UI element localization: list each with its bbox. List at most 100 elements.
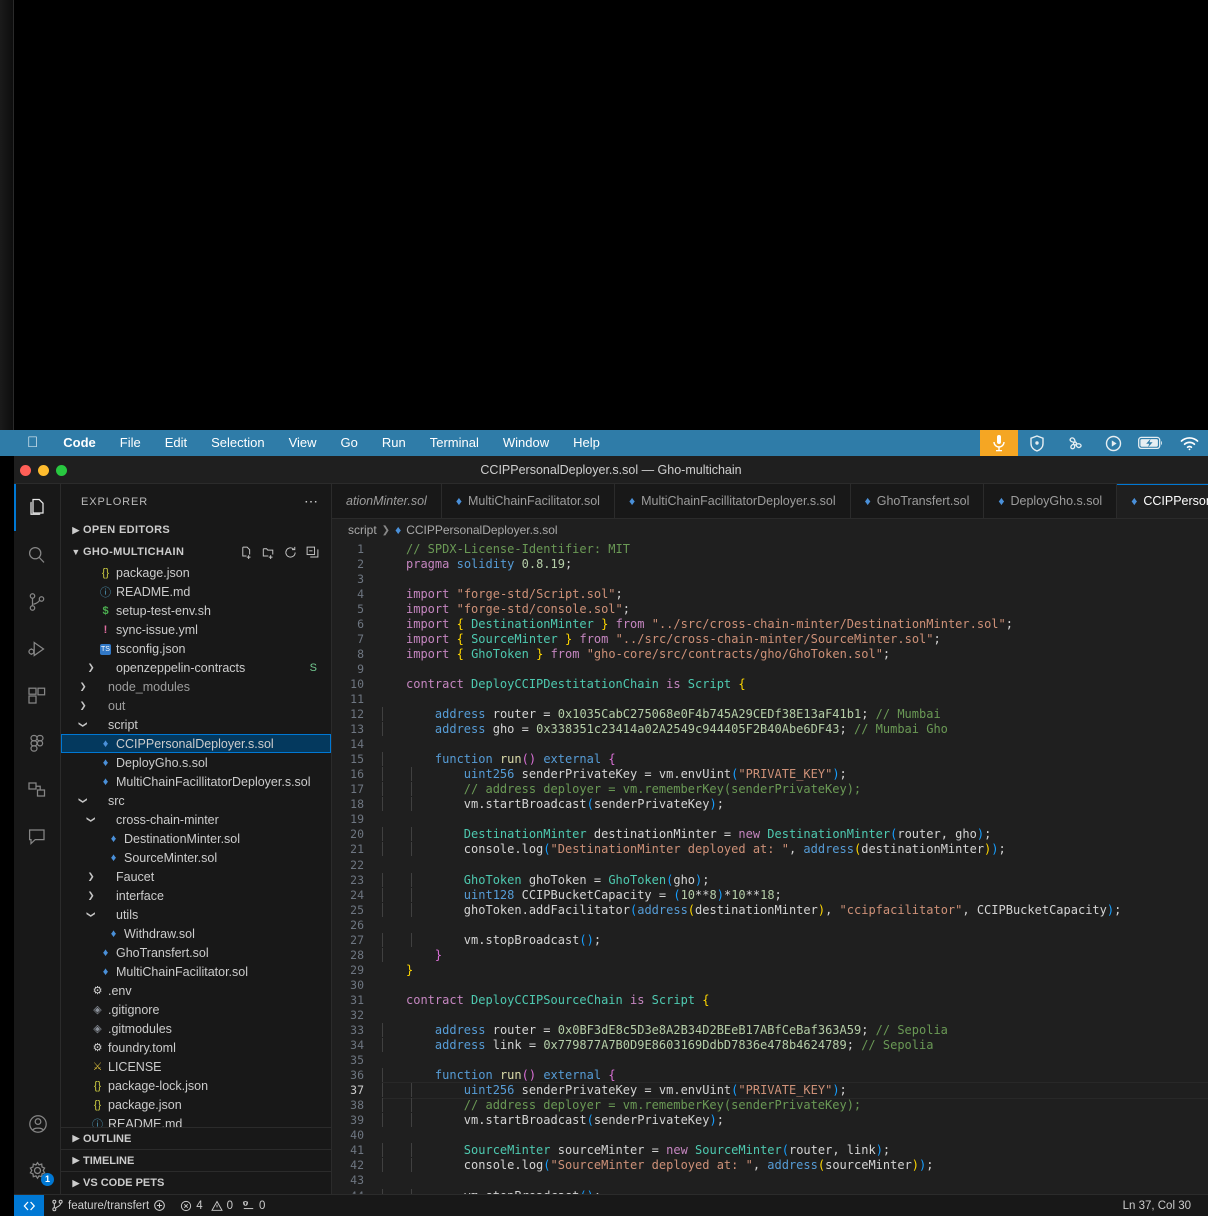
menu-item-view[interactable]: View [277, 430, 329, 456]
code-line[interactable]: 32 [332, 1007, 1208, 1022]
editor-tab[interactable]: ♦ DeployGho.s.sol [984, 484, 1118, 518]
tree-file-row[interactable]: ♦ DestinationMinter.sol [61, 829, 331, 848]
editor-tab[interactable]: ationMinter.sol [332, 484, 442, 518]
code-line[interactable]: 27 vm.stopBroadcast(); [332, 932, 1208, 947]
tree-file-row[interactable]: ♦ MultiChainFacilitator.sol [61, 962, 331, 981]
editor-tab[interactable]: ♦ MultiChainFacilitator.sol [441, 484, 615, 518]
code-line[interactable]: 36 function run() external { [332, 1068, 1208, 1083]
activity-extensions-icon[interactable] [14, 672, 61, 719]
code-line[interactable]: 6 import { DestinationMinter } from "../s… [332, 616, 1208, 631]
code-line[interactable]: 29} [332, 962, 1208, 977]
menu-item-window[interactable]: Window [491, 430, 561, 456]
code-line[interactable]: 12 address router = 0x1035CabC275068e0F4… [332, 707, 1208, 722]
menu-item-terminal[interactable]: Terminal [418, 430, 491, 456]
code-line[interactable]: 41 SourceMinter sourceMinter = new Sourc… [332, 1143, 1208, 1158]
collapse-all-icon[interactable] [306, 546, 319, 559]
tree-file-row[interactable]: TS tsconfig.json [61, 639, 331, 658]
activity-chat-icon[interactable] [14, 813, 61, 860]
account-icon[interactable] [14, 1100, 61, 1147]
tree-folder-row[interactable]: ❯ out [61, 696, 331, 715]
fan-control-icon[interactable] [1056, 430, 1094, 456]
tree-file-row[interactable]: ⓘ README.md [61, 1114, 331, 1128]
tree-file-row[interactable]: ♦ DeployGho.s.sol [61, 753, 331, 772]
breadcrumb-file[interactable]: CCIPPersonalDeployer.s.sol [406, 523, 557, 537]
tree-file-row[interactable]: ! sync-issue.yml [61, 620, 331, 639]
code-content[interactable]: 1 // SPDX-License-Identifier: MIT 2 pragma … [332, 541, 1208, 1194]
code-line[interactable]: 39 vm.startBroadcast(senderPrivateKey); [332, 1113, 1208, 1128]
new-file-icon[interactable] [240, 546, 253, 559]
code-line[interactable]: 3 [332, 571, 1208, 586]
tree-folder-row[interactable]: ❯ utils [61, 905, 331, 924]
code-line[interactable]: 4 import "forge-std/Script.sol"; [332, 586, 1208, 601]
new-folder-icon[interactable] [262, 546, 275, 559]
code-line[interactable]: 22 [332, 857, 1208, 872]
tree-file-row[interactable]: {} package-lock.json [61, 1076, 331, 1095]
code-line[interactable]: 38 // address deployer = vm.rememberKey(… [332, 1098, 1208, 1113]
battery-charging-icon[interactable] [1132, 430, 1170, 456]
section-outline[interactable]: ▶ OUTLINE [61, 1128, 331, 1150]
editor-tab[interactable]: ♦ GhoTransfert.sol [850, 484, 985, 518]
problems-status[interactable]: 4 0 0 [173, 1195, 272, 1216]
code-line[interactable]: 5 import "forge-std/console.sol"; [332, 601, 1208, 616]
tree-folder-row[interactable]: ❯ cross-chain-minter [61, 810, 331, 829]
code-line[interactable]: 23 GhoToken ghoToken = GhoToken(gho); [332, 872, 1208, 887]
tree-file-row[interactable]: ♦ SourceMinter.sol [61, 848, 331, 867]
code-line[interactable]: 2 pragma solidity 0.8.19; [332, 556, 1208, 571]
code-line[interactable]: 30 [332, 977, 1208, 992]
code-line[interactable]: 34 address link = 0x779877A7B0D9E8603169… [332, 1038, 1208, 1053]
tree-file-row[interactable]: ♦ MultiChainFacillitatorDeployer.s.sol [61, 772, 331, 791]
tree-folder-row[interactable]: ❯ node_modules [61, 677, 331, 696]
editor-tab-bar[interactable]: ationMinter.sol ♦ MultiChainFacilitator.so… [332, 484, 1208, 519]
code-line[interactable]: 26 [332, 917, 1208, 932]
code-line[interactable]: 11 [332, 691, 1208, 706]
tree-folder-row[interactable]: ❯ src [61, 791, 331, 810]
tree-file-row[interactable]: ⚙ .env [61, 981, 331, 1000]
shield-icon[interactable] [1018, 430, 1056, 456]
apple-logo-icon[interactable]:  [14, 430, 51, 456]
editor-tab[interactable]: ♦ CCIPPersonalDeploy [1117, 484, 1208, 518]
tree-folder-row[interactable]: ❯ Faucet [61, 867, 331, 886]
code-line[interactable]: 1 // SPDX-License-Identifier: MIT [332, 541, 1208, 556]
code-line[interactable]: 25 ghoToken.addFacilitator(address(desti… [332, 902, 1208, 917]
tree-folder-row[interactable]: ❯ script [61, 715, 331, 734]
code-line[interactable]: 28 } [332, 947, 1208, 962]
code-line[interactable]: 37 uint256 senderPrivateKey = vm.envUint… [332, 1082, 1208, 1098]
activity-figma-icon[interactable] [14, 719, 61, 766]
code-line[interactable]: 21 console.log("DestinationMinter deploy… [332, 842, 1208, 857]
code-line[interactable]: 19 [332, 812, 1208, 827]
wifi-icon[interactable] [1170, 430, 1208, 456]
tree-file-row[interactable]: ♦ GhoTransfert.sol [61, 943, 331, 962]
microphone-icon[interactable] [980, 430, 1018, 456]
code-line[interactable]: 15 function run() external { [332, 752, 1208, 767]
breadcrumb-folder[interactable]: script [348, 523, 377, 537]
tree-file-row[interactable]: {} package.json [61, 563, 331, 582]
activity-explorer-icon[interactable] [14, 484, 61, 531]
menu-item-file[interactable]: File [108, 430, 153, 456]
activity-remote-explorer-icon[interactable] [14, 766, 61, 813]
code-line[interactable]: 16 uint256 senderPrivateKey = vm.envUint… [332, 767, 1208, 782]
menu-item-help[interactable]: Help [561, 430, 612, 456]
code-line[interactable]: 40 [332, 1128, 1208, 1143]
code-line[interactable]: 31 contract DeployCCIPSourceChain is Scri… [332, 992, 1208, 1007]
tree-file-row[interactable]: {} package.json [61, 1095, 331, 1114]
section-project-root[interactable]: ▼ GHO-MULTICHAIN [61, 541, 331, 563]
file-tree[interactable]: {} package.json ⓘ README.md $ setup-test-env.… [61, 563, 331, 1127]
code-line[interactable]: 17 // address deployer = vm.rememberKey(… [332, 782, 1208, 797]
activity-search-icon[interactable] [14, 531, 61, 578]
code-line[interactable]: 24 uint128 CCIPBucketCapacity = (10**8)*… [332, 887, 1208, 902]
activity-run-debug-icon[interactable] [14, 625, 61, 672]
breadcrumb[interactable]: script ❯ ♦ CCIPPersonalDeployer.s.sol [332, 519, 1208, 541]
section-vs-code-pets[interactable]: ▶ VS CODE PETS [61, 1172, 331, 1194]
code-line[interactable]: 14 [332, 737, 1208, 752]
tree-folder-row[interactable]: ❯ interface [61, 886, 331, 905]
code-line[interactable]: 7 import { SourceMinter } from "../src/cr… [332, 631, 1208, 646]
code-line[interactable]: 43 [332, 1173, 1208, 1188]
tree-file-row[interactable]: ◈ .gitignore [61, 1000, 331, 1019]
refresh-icon[interactable] [284, 546, 297, 559]
tree-file-row[interactable]: ⓘ README.md [61, 582, 331, 601]
tree-file-row[interactable]: ◈ .gitmodules [61, 1019, 331, 1038]
media-play-icon[interactable] [1094, 430, 1132, 456]
code-line[interactable]: 33 address router = 0x0BF3dE8c5D3e8A2B34… [332, 1023, 1208, 1038]
code-line[interactable]: 8 import { GhoToken } from "gho-core/src/… [332, 646, 1208, 661]
section-open-editors[interactable]: ▶ OPEN EDITORS [61, 519, 331, 541]
